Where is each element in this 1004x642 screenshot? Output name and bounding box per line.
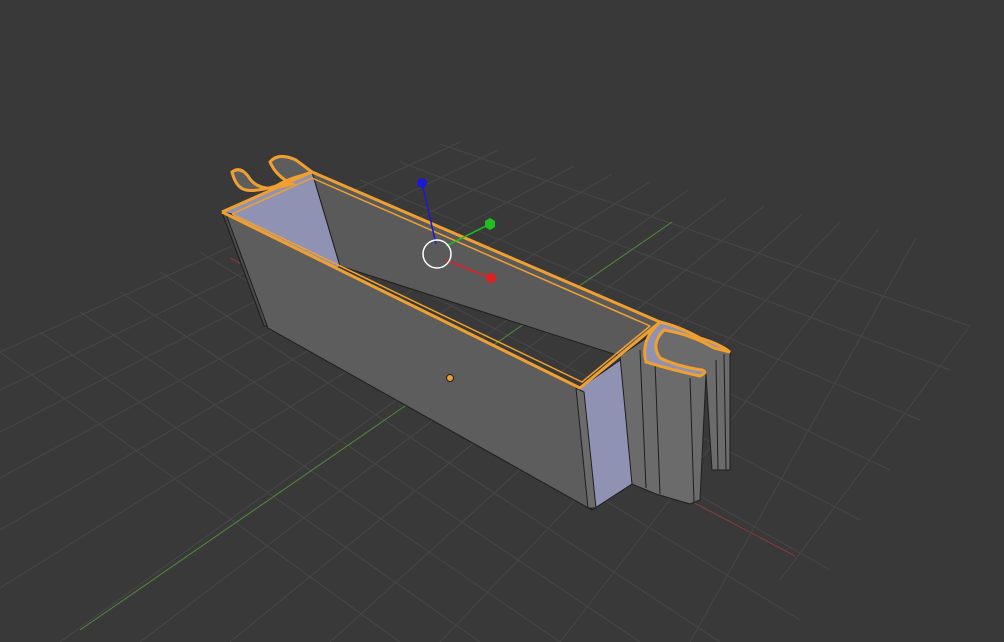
viewport-canvas[interactable] [0, 0, 1004, 642]
right-clip-body [619, 325, 731, 505]
object-origin-dot [446, 374, 454, 382]
3d-viewport[interactable] [0, 0, 1004, 642]
y-axis-handle[interactable] [485, 218, 495, 230]
selected-mesh-object[interactable] [221, 155, 731, 511]
x-axis-handle[interactable] [486, 273, 496, 283]
z-axis-handle[interactable] [417, 178, 427, 188]
